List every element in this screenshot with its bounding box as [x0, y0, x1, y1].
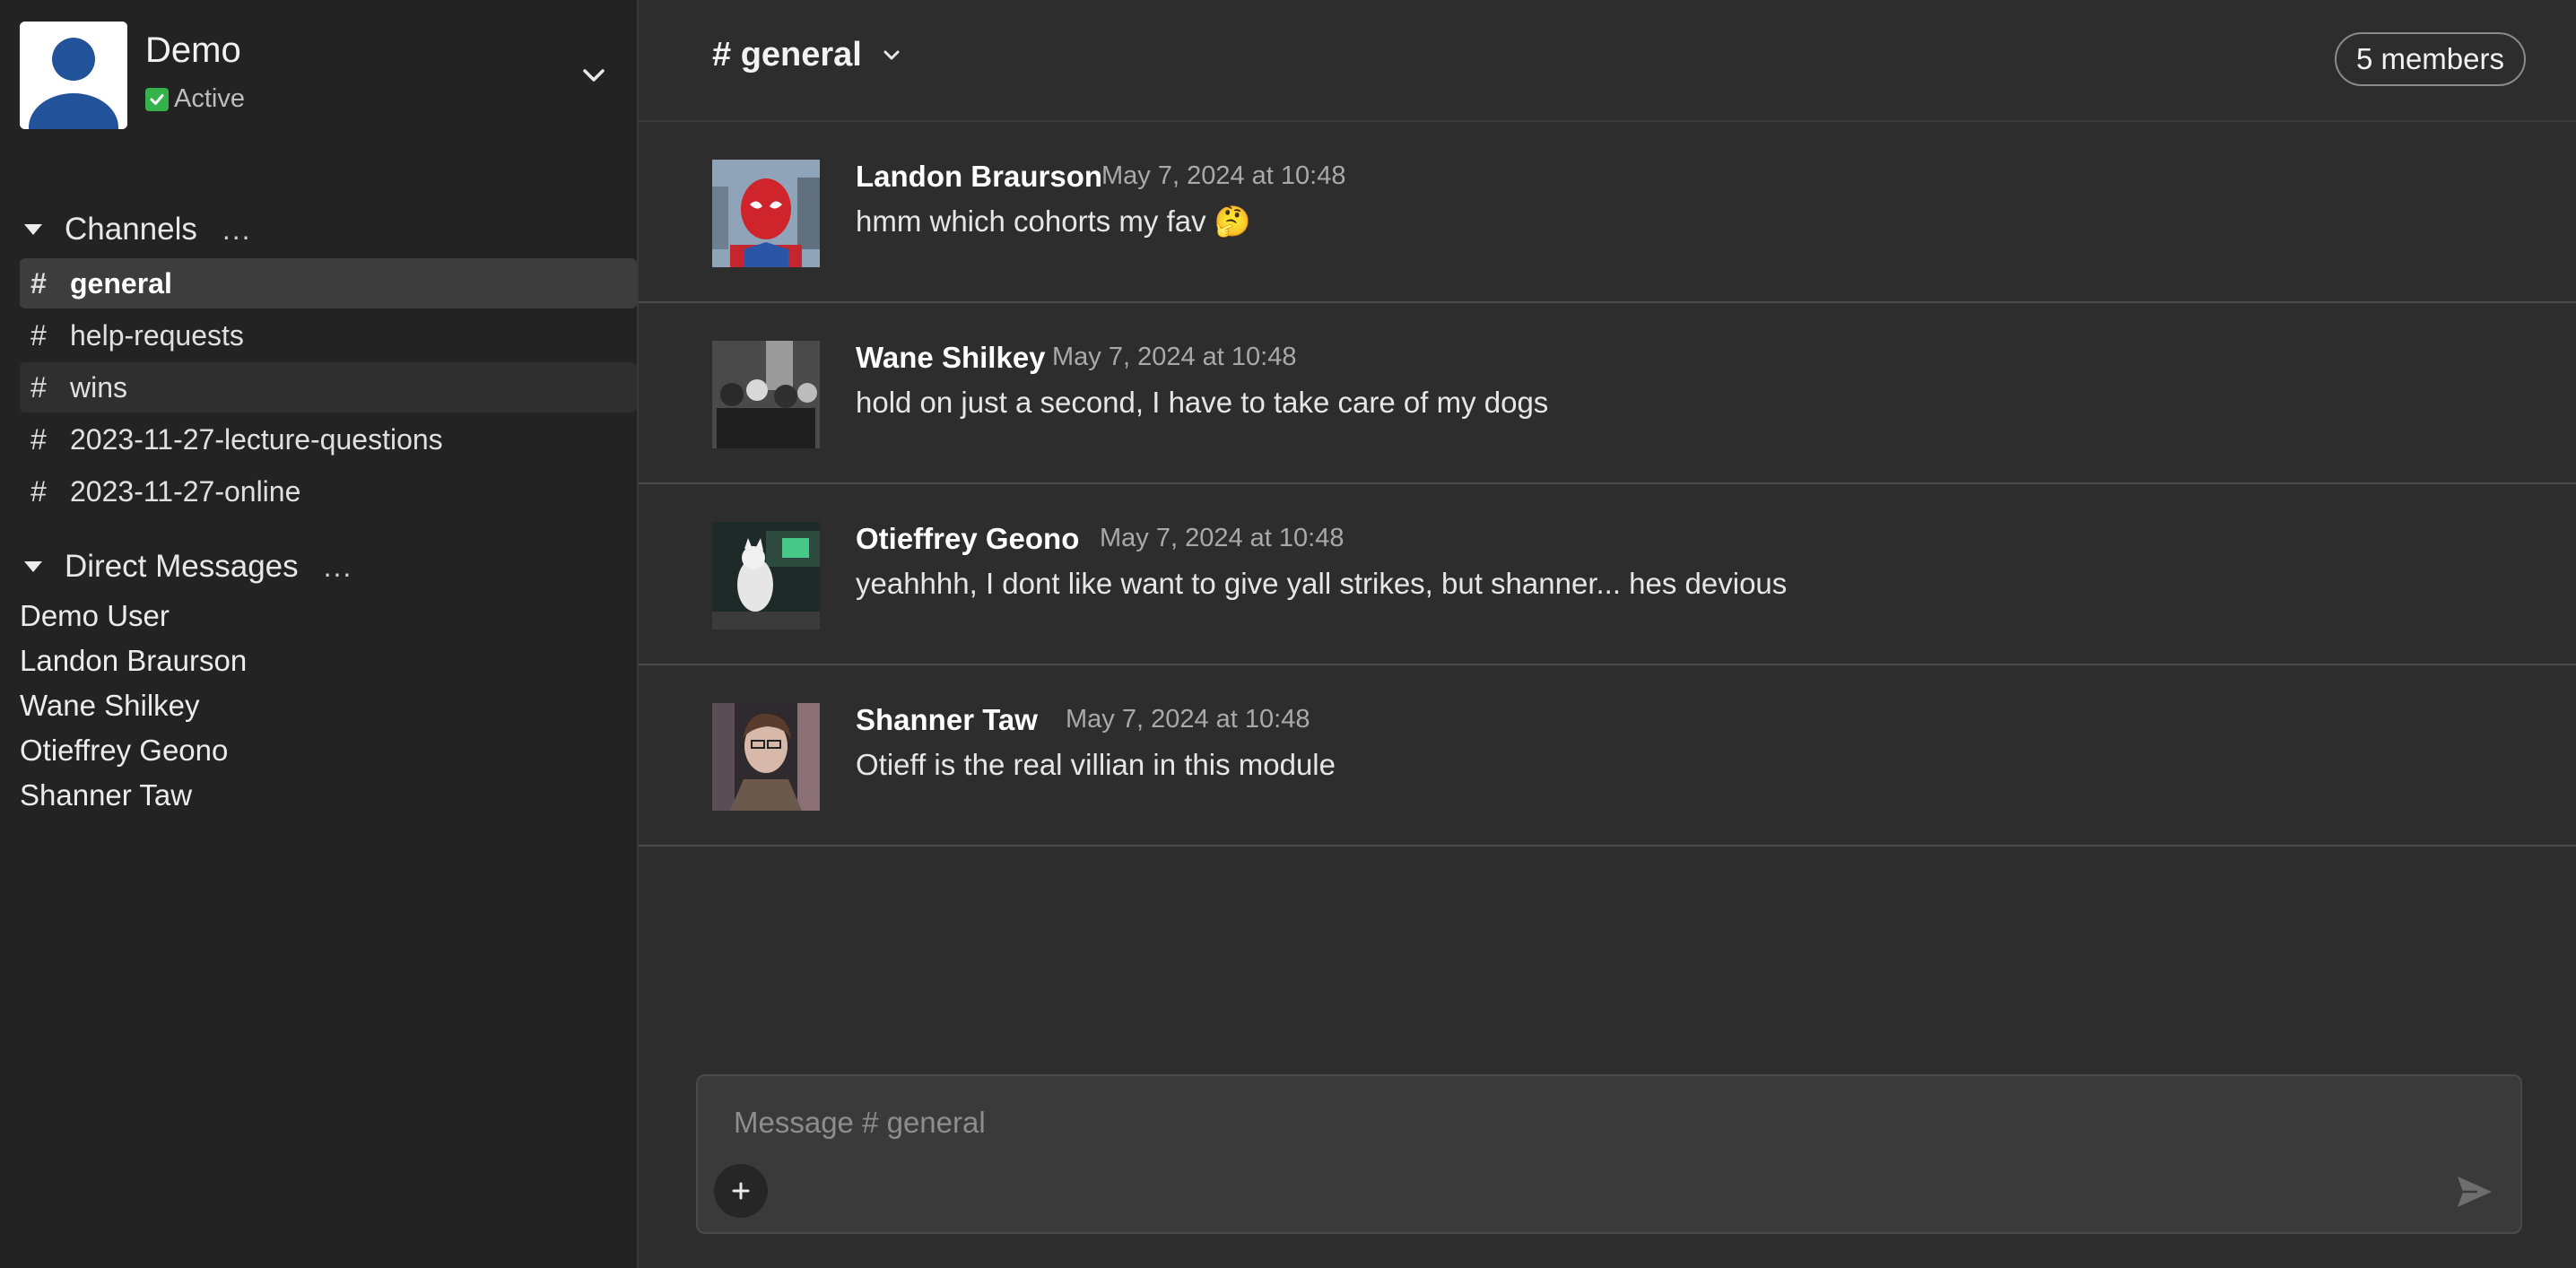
- dm-item[interactable]: Wane Shilkey: [20, 683, 612, 728]
- sidebar: Demo Active Channels ... # general # hel…: [0, 0, 639, 1268]
- portrait-avatar[interactable]: [712, 703, 820, 811]
- channel-item-lecture-questions[interactable]: # 2023-11-27-lecture-questions: [20, 414, 637, 465]
- user-status: Active: [145, 84, 245, 114]
- channel-label: general: [70, 266, 172, 300]
- message-text: Otieff is the real villian in this modul…: [856, 748, 1336, 781]
- channel-item-general[interactable]: # general: [20, 258, 637, 308]
- send-icon: [2458, 1177, 2492, 1207]
- hash-icon: #: [30, 318, 47, 352]
- message-author[interactable]: Shanner Taw: [856, 703, 1038, 737]
- message-text: hold on just a second, I have to take ca…: [856, 386, 1549, 419]
- message-author[interactable]: Wane Shilkey: [856, 341, 1046, 375]
- members-button[interactable]: 5 members: [2334, 32, 2526, 86]
- channels-section-label: Channels: [65, 212, 197, 247]
- plus-icon: [732, 1182, 750, 1200]
- caret-down-icon[interactable]: [20, 553, 47, 580]
- user-header[interactable]: Demo Active: [20, 22, 612, 129]
- add-attachment-button[interactable]: [714, 1164, 768, 1218]
- message-timestamp: May 7, 2024 at 10:48: [1066, 705, 1310, 734]
- main-panel: # general 5 members Landon Braurson May …: [639, 0, 2576, 1268]
- message-list: Landon Braurson May 7, 2024 at 10:48 hmm…: [639, 122, 2576, 847]
- message-item: Shanner Taw May 7, 2024 at 10:48 Otieff …: [639, 665, 2576, 847]
- spiderman-avatar[interactable]: [712, 160, 820, 267]
- dm-item[interactable]: Landon Braurson: [20, 638, 612, 683]
- hash-icon: #: [30, 370, 47, 404]
- dm-item[interactable]: Otieffrey Geono: [20, 728, 612, 773]
- send-button[interactable]: [2454, 1171, 2495, 1212]
- hash-icon: #: [30, 474, 47, 508]
- message-item: Otieffrey Geono May 7, 2024 at 10:48 yea…: [639, 484, 2576, 665]
- message-author[interactable]: Landon Braurson: [856, 160, 1102, 194]
- message-timestamp: May 7, 2024 at 10:48: [1100, 524, 1345, 552]
- channels-section-header[interactable]: Channels ...: [20, 212, 252, 248]
- message-timestamp: May 7, 2024 at 10:48: [1052, 343, 1297, 371]
- chevron-down-icon[interactable]: [576, 57, 612, 93]
- caret-down-icon[interactable]: [20, 216, 47, 243]
- app: Demo Active Channels ... # general # hel…: [0, 0, 2576, 1268]
- channel-item-help-requests[interactable]: # help-requests: [20, 310, 637, 360]
- dm-list: Demo User Landon Braurson Wane Shilkey O…: [20, 594, 612, 818]
- message-text: yeahhhh, I dont like want to give yall s…: [856, 567, 1788, 600]
- message-author[interactable]: Otieffrey Geono: [856, 522, 1079, 556]
- channels-more-icon[interactable]: ...: [222, 213, 252, 247]
- message-input[interactable]: [732, 1090, 2440, 1155]
- user-avatar[interactable]: [20, 22, 127, 129]
- message-item: Wane Shilkey May 7, 2024 at 10:48 hold o…: [639, 303, 2576, 484]
- dm-more-icon[interactable]: ...: [324, 551, 353, 584]
- default-user-icon: [20, 22, 127, 129]
- user-name: Demo: [145, 30, 241, 70]
- user-status-label: Active: [174, 84, 245, 113]
- hash-icon: #: [30, 266, 47, 300]
- channel-title: # general: [712, 36, 862, 74]
- message-composer: [696, 1074, 2522, 1234]
- dm-section-header[interactable]: Direct Messages ...: [20, 549, 352, 585]
- channel-label: wins: [70, 370, 128, 404]
- channel-label: help-requests: [70, 318, 244, 352]
- channel-label: 2023-11-27-online: [70, 474, 301, 508]
- check-mark-icon: [145, 87, 169, 111]
- chevron-down-icon[interactable]: [878, 42, 905, 69]
- channel-header: # general 5 members: [639, 0, 2576, 122]
- dm-section-label: Direct Messages: [65, 549, 299, 584]
- channel-label: 2023-11-27-lecture-questions: [70, 422, 443, 456]
- dog-avatar[interactable]: [712, 522, 820, 630]
- dm-item[interactable]: Demo User: [20, 594, 612, 638]
- channel-title-button[interactable]: # general: [712, 36, 905, 74]
- message-timestamp: May 7, 2024 at 10:48: [1101, 161, 1346, 190]
- dm-item[interactable]: Shanner Taw: [20, 773, 612, 818]
- message-item: Landon Braurson May 7, 2024 at 10:48 hmm…: [639, 122, 2576, 303]
- message-text: hmm which cohorts my fav 🤔: [856, 204, 1251, 238]
- hash-icon: #: [30, 422, 47, 456]
- group-photo-avatar[interactable]: [712, 341, 820, 448]
- channel-item-online[interactable]: # 2023-11-27-online: [20, 466, 637, 517]
- channel-item-wins[interactable]: # wins: [20, 362, 637, 413]
- channel-list: # general # help-requests # wins # 2023-…: [20, 258, 637, 518]
